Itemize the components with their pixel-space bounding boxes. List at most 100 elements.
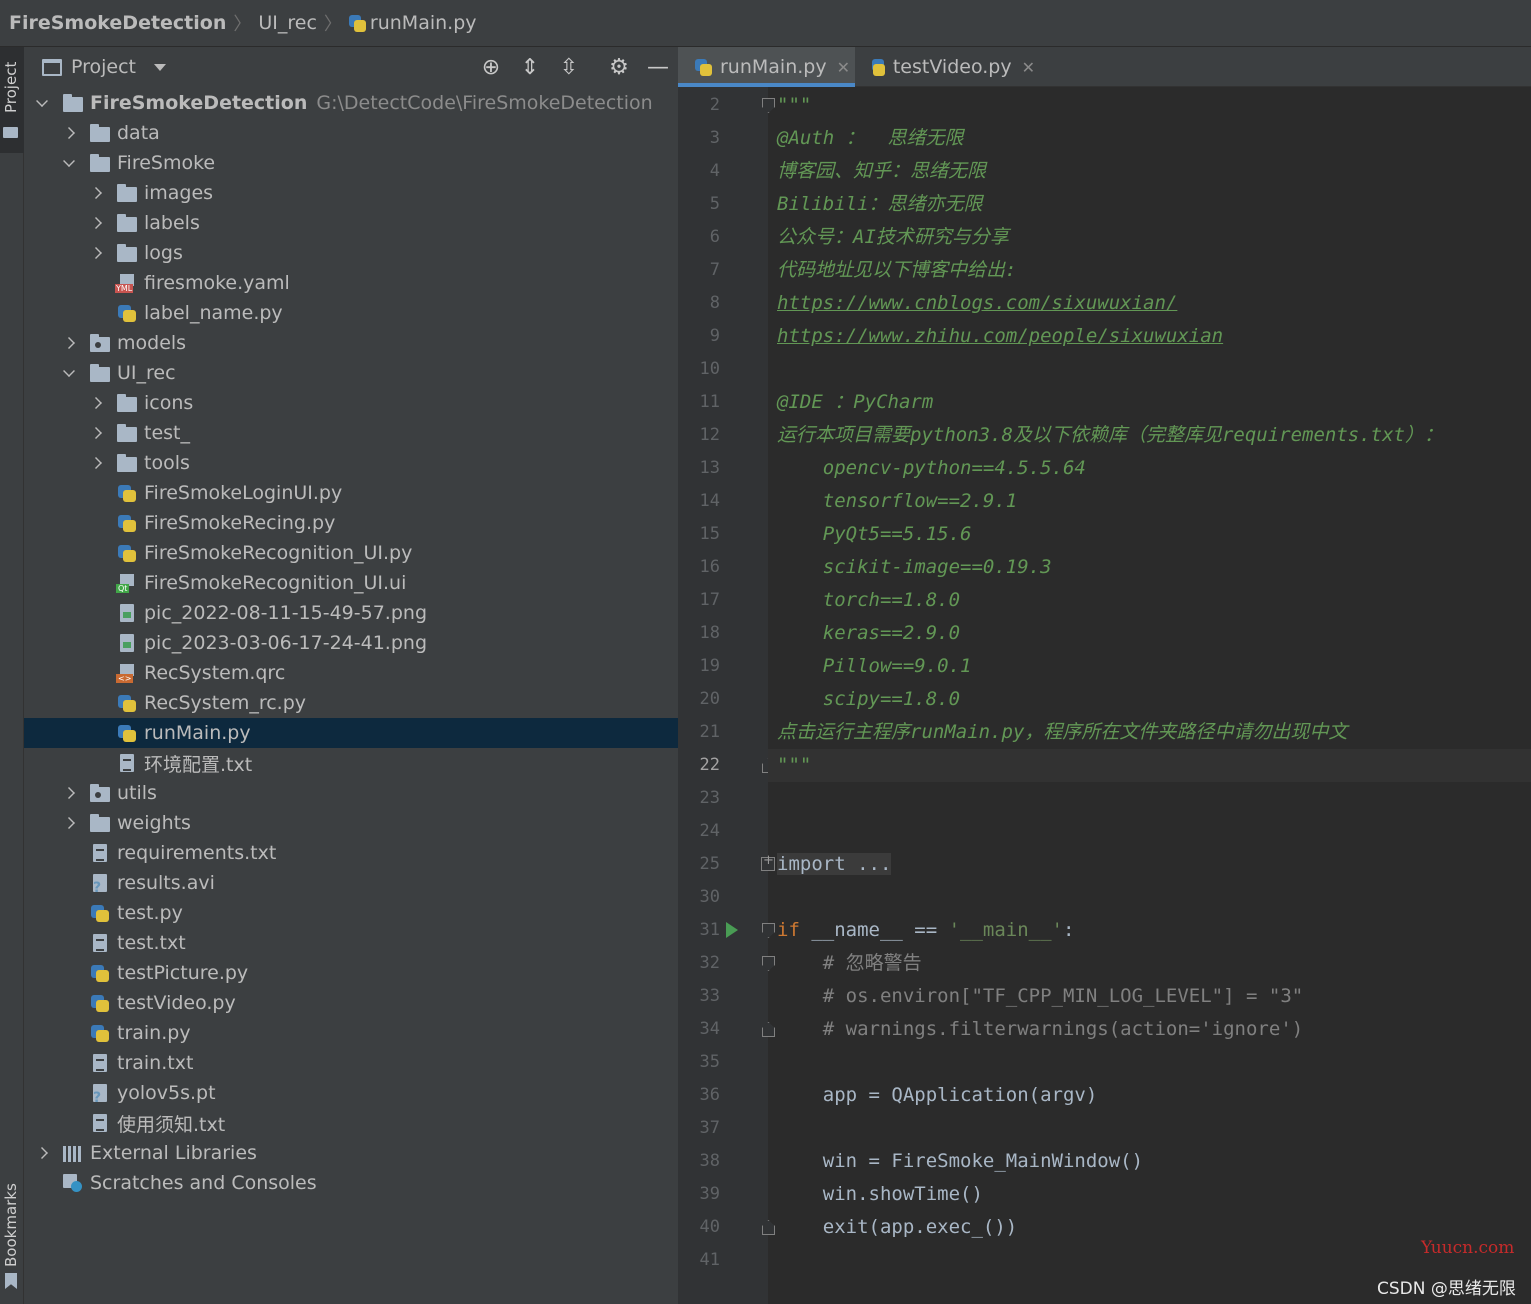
chevron-right-icon[interactable]: [90, 217, 102, 229]
breadcrumb-item-file[interactable]: runMain.py: [370, 12, 477, 34]
chevron-right-icon[interactable]: [90, 457, 102, 469]
hide-panel-icon[interactable]: —: [646, 55, 670, 80]
code-token: exit(app.exec_()): [777, 1216, 1018, 1238]
tree-item[interactable]: tools: [24, 448, 678, 478]
tree-item[interactable]: test_: [24, 418, 678, 448]
close-icon[interactable]: ✕: [837, 58, 850, 77]
tree-item[interactable]: train.txt: [24, 1048, 678, 1078]
tree-item[interactable]: weights: [24, 808, 678, 838]
text-file-icon: [90, 1114, 110, 1132]
tree-item[interactable]: pic_2022-08-11-15-49-57.png: [24, 598, 678, 628]
tree-item[interactable]: External Libraries: [24, 1138, 678, 1168]
tree-item[interactable]: FireSmokeRecing.py: [24, 508, 678, 538]
code-token: Bilibili：思绪亦无限: [777, 193, 983, 215]
code-token: 博客园、知乎：思绪无限: [777, 160, 987, 182]
tree-item[interactable]: firesmoke.yaml: [24, 268, 678, 298]
tab-testvideo[interactable]: testVideo.py ✕: [855, 47, 1035, 87]
tree-item[interactable]: label_name.py: [24, 298, 678, 328]
tree-item[interactable]: RecSystem_rc.py: [24, 688, 678, 718]
chevron-down-icon[interactable]: [154, 63, 167, 71]
tree-item-label: FireSmokeRecing.py: [144, 512, 336, 534]
tree-item[interactable]: results.avi: [24, 868, 678, 898]
tree-item[interactable]: FireSmokeRecognition_UI.ui: [24, 568, 678, 598]
tab-runmain[interactable]: runMain.py ✕: [678, 47, 855, 87]
tree-item[interactable]: FireSmokeLoginUI.py: [24, 478, 678, 508]
tree-item-label: firesmoke.yaml: [144, 272, 290, 294]
tree-item[interactable]: FireSmokeDetection G:\DetectCode\FireSmok…: [24, 88, 678, 118]
folder-icon: [117, 184, 137, 202]
chevron-right-icon[interactable]: [63, 337, 75, 349]
line-number: 23: [699, 788, 720, 808]
project-tool-window-button[interactable]: Project: [0, 47, 24, 153]
tree-item[interactable]: images: [24, 178, 678, 208]
python-file-icon: [117, 304, 137, 322]
line-number: 4: [709, 161, 720, 181]
tree-item[interactable]: FireSmoke: [24, 148, 678, 178]
chevron-right-icon[interactable]: [90, 247, 102, 259]
folder-icon: [117, 214, 137, 232]
breadcrumb-item-folder[interactable]: UI_rec: [258, 12, 317, 34]
tree-item[interactable]: Scratches and Consoles: [24, 1168, 678, 1198]
code-token: scipy==1.8.0: [777, 688, 961, 710]
collapse-all-icon[interactable]: ⇳: [557, 55, 581, 80]
code-token[interactable]: https://www.cnblogs.com/sixuwuxian/: [777, 292, 1177, 314]
tree-item[interactable]: test.txt: [24, 928, 678, 958]
code-area[interactable]: """ @Auth ： 思绪无限 博客园、知乎：思绪无限 Bilibili：思绪亦无限…: [768, 87, 1531, 1304]
project-view-icon: [42, 58, 62, 76]
gear-icon[interactable]: ⚙: [607, 55, 631, 80]
tree-item[interactable]: 使用须知.txt: [24, 1108, 678, 1138]
locate-file-icon[interactable]: ⊕: [479, 55, 503, 80]
tree-item[interactable]: train.py: [24, 1018, 678, 1048]
chevron-right-icon[interactable]: [90, 427, 102, 439]
tree-item[interactable]: runMain.py: [24, 718, 678, 748]
line-number: 10: [699, 359, 720, 379]
line-number: 9: [709, 326, 720, 346]
code-line: 运行本项目需要python3.8及以下依赖库（完整库见requirements.…: [768, 419, 1531, 452]
run-icon[interactable]: [726, 922, 738, 938]
chevron-right-icon[interactable]: [90, 187, 102, 199]
folder-icon: [117, 454, 137, 472]
chevron-down-icon[interactable]: [36, 95, 48, 107]
code-line: """: [768, 749, 1531, 782]
chevron-right-icon[interactable]: [90, 397, 102, 409]
chevron-right-icon[interactable]: [63, 127, 75, 139]
tree-item[interactable]: logs: [24, 238, 678, 268]
chevron-right-icon[interactable]: [63, 817, 75, 829]
line-number-gutter[interactable]: 2 3 4 5 6 7 8 9 10 11 12 13 14 15 16 17 18 19 20 21 22 23 24 25…: [678, 87, 775, 1304]
code-line: scikit-image==0.19.3: [768, 551, 1531, 584]
package-folder-icon: [90, 784, 110, 802]
tree-item[interactable]: data: [24, 118, 678, 148]
code-token: @IDE ：PyCharm: [777, 391, 934, 413]
tree-item[interactable]: icons: [24, 388, 678, 418]
tree-item[interactable]: 环境配置.txt: [24, 748, 678, 778]
chevron-right-icon[interactable]: [36, 1147, 48, 1159]
line-number: 37: [699, 1118, 720, 1138]
tree-item[interactable]: FireSmokeRecognition_UI.py: [24, 538, 678, 568]
tree-item[interactable]: UI_rec: [24, 358, 678, 388]
project-view-title[interactable]: Project: [71, 56, 136, 78]
close-icon[interactable]: ✕: [1022, 58, 1035, 77]
chevron-down-icon[interactable]: [63, 155, 75, 167]
tree-item[interactable]: RecSystem.qrc: [24, 658, 678, 688]
tree-item[interactable]: models: [24, 328, 678, 358]
code-token: PyQt5==5.15.6: [777, 523, 972, 545]
tree-item[interactable]: yolov5s.pt: [24, 1078, 678, 1108]
tree-item[interactable]: testVideo.py: [24, 988, 678, 1018]
tree-item[interactable]: requirements.txt: [24, 838, 678, 868]
tab-label: testVideo.py: [892, 56, 1012, 78]
code-token: __name__ ==: [811, 919, 949, 941]
tree-item[interactable]: testPicture.py: [24, 958, 678, 988]
tree-item[interactable]: utils: [24, 778, 678, 808]
chevron-right-icon[interactable]: [63, 787, 75, 799]
chevron-down-icon[interactable]: [63, 365, 75, 377]
tree-item[interactable]: labels: [24, 208, 678, 238]
breadcrumb-item-project[interactable]: FireSmokeDetection: [9, 12, 226, 34]
tree-item[interactable]: test.py: [24, 898, 678, 928]
breadcrumb: FireSmokeDetection 〉 UI_rec 〉 runMain.py: [0, 0, 1531, 47]
code-token[interactable]: https://www.zhihu.com/people/sixuwuxian: [777, 325, 1223, 347]
code-token: 运行本项目需要python3.8及以下依赖库（完整库见requirements.…: [777, 424, 1443, 446]
expand-all-icon[interactable]: ⇕: [518, 55, 542, 80]
tree-item-label: test.py: [117, 902, 183, 924]
tree-item[interactable]: pic_2023-03-06-17-24-41.png: [24, 628, 678, 658]
